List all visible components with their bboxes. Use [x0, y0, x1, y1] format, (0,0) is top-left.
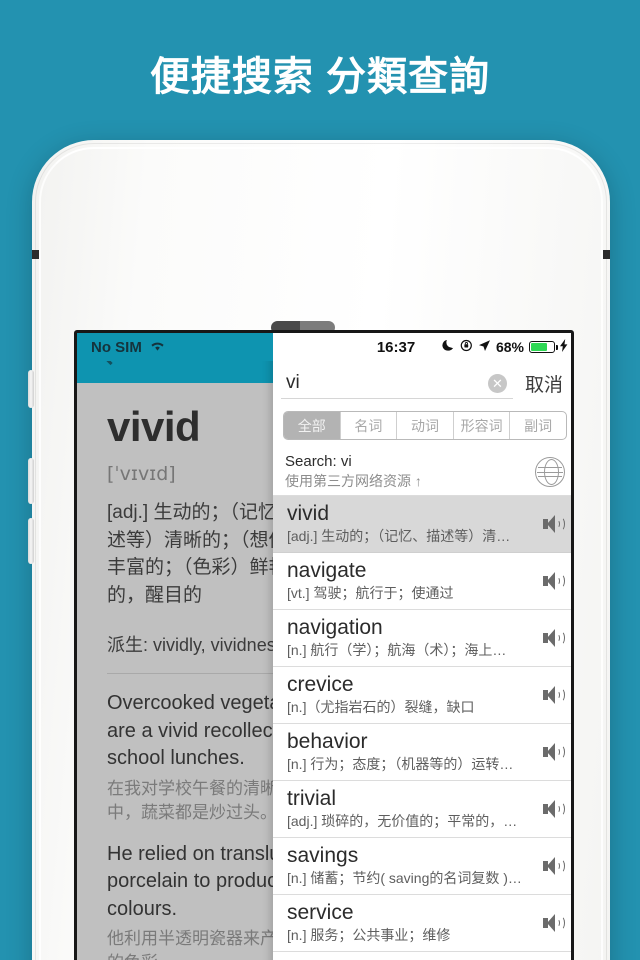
cancel-button[interactable]: 取消: [513, 370, 569, 397]
status-bar-right: 16:37 68%: [273, 333, 571, 361]
list-item[interactable]: savings [n.] 储蓄；节约( saving的名词复数 )…: [273, 838, 571, 895]
globe-icon[interactable]: [535, 456, 565, 487]
result-word: navigation: [287, 616, 383, 640]
result-word: behavior: [287, 730, 368, 754]
wifi-icon: [149, 339, 166, 356]
segment-noun[interactable]: 名词: [341, 412, 398, 439]
status-bar: No SIM 16:37 68%: [77, 333, 571, 361]
list-item[interactable]: navigate [vt.] 驾驶；航行于；使通过: [273, 553, 571, 610]
result-definition: [adj.] 生动的；（记忆、描述等）清…: [287, 527, 511, 544]
phone-device: vivid [ˈvɪvɪd] [adj.] 生动的；（记忆、描述等）清晰的；（想…: [28, 140, 610, 960]
detail-word: vivid: [107, 403, 201, 450]
segment-adverb[interactable]: 副词: [510, 412, 566, 439]
result-word: crevice: [287, 673, 354, 697]
word-detail-page: vivid [ˈvɪvɪd] [adj.] 生动的；（记忆、描述等）清晰的；（想…: [77, 333, 334, 960]
speaker-icon[interactable]: [543, 856, 567, 876]
list-item[interactable]: trivial [adj.] 琐碎的，无价值的；平常的，…: [273, 781, 571, 838]
result-definition: [vt.] 驾驶；航行于；使通过: [287, 584, 454, 601]
hint-primary-text: Search: vi: [285, 453, 352, 471]
speaker-icon[interactable]: [543, 514, 567, 534]
carrier-label: No SIM: [91, 338, 142, 356]
detail-phonetic: [ˈvɪvɪd]: [107, 463, 176, 486]
phone-screen: vivid [ˈvɪvɪd] [adj.] 生动的；（记忆、描述等）清晰的；（想…: [74, 330, 574, 960]
page-title: 便捷搜索 分類查詢: [149, 55, 491, 99]
speaker-icon[interactable]: [543, 799, 567, 819]
search-results-list[interactable]: vivid [adj.] 生动的；（记忆、描述等）清… navigate [vt…: [273, 496, 571, 960]
search-input-value: vi: [286, 372, 300, 393]
result-word: vivid: [287, 502, 330, 526]
result-word: service: [287, 901, 354, 925]
volume-up-button[interactable]: [28, 458, 34, 504]
battery-icon: [529, 341, 558, 353]
speaker-icon[interactable]: [543, 628, 567, 648]
search-input[interactable]: vi ✕: [281, 369, 513, 399]
segment-all[interactable]: 全部: [284, 412, 341, 439]
hint-secondary-text: 使用第三方网络资源 ↑: [285, 472, 422, 489]
search-overlay-panel: vi ✕ 取消 全部 名词 动词 形容词 副词 Search: vi 使用第三方…: [273, 333, 571, 960]
result-definition: [n.] 航行（学）；航海（术）；海上…: [287, 641, 507, 658]
result-definition: [n.] 储蓄；节约( saving的名词复数 )…: [287, 869, 522, 886]
online-search-hint-row[interactable]: Search: vi 使用第三方网络资源 ↑: [273, 448, 571, 496]
antenna-band-right: [603, 250, 610, 259]
list-item[interactable]: service [n.] 服务；公共事业；维修: [273, 895, 571, 952]
mute-switch-button[interactable]: [28, 370, 34, 408]
speaker-icon[interactable]: [543, 571, 567, 591]
clear-circle-icon[interactable]: ✕: [487, 373, 507, 393]
speaker-icon[interactable]: [543, 742, 567, 762]
antenna-band-left: [32, 250, 39, 259]
result-word: savings: [287, 844, 359, 868]
list-item[interactable]: vivid [adj.] 生动的；（记忆、描述等）清…: [273, 496, 571, 553]
result-word: navigate: [287, 559, 367, 583]
segment-adjective[interactable]: 形容词: [454, 412, 511, 439]
list-item[interactable]: navigation [n.] 航行（学）；航海（术）；海上…: [273, 610, 571, 667]
list-item[interactable]: crevice [n.]（尤指岩石的）裂缝，缺口: [273, 667, 571, 724]
result-definition: [n.] 服务；公共事业；维修: [287, 926, 451, 943]
speaker-icon[interactable]: [543, 685, 567, 705]
result-definition: [adj.] 琐碎的，无价值的；平常的，…: [287, 812, 518, 829]
pos-filter-segmented-control[interactable]: 全部 名词 动词 形容词 副词: [283, 411, 567, 440]
detail-divider: [107, 673, 273, 675]
result-definition: [n.]（尤指岩石的）裂缝，缺口: [287, 698, 475, 715]
segment-verb[interactable]: 动词: [397, 412, 454, 439]
result-word: trivial: [287, 787, 337, 811]
volume-down-button[interactable]: [28, 518, 34, 564]
list-item[interactable]: behavior [n.] 行为；态度；（机器等的）运转…: [273, 724, 571, 781]
speaker-icon[interactable]: [543, 913, 567, 933]
clock-label: 16:37: [376, 338, 416, 356]
search-bar: vi ✕ 取消: [273, 361, 571, 406]
result-definition: [n.] 行为；态度；（机器等的）运转…: [287, 755, 514, 772]
